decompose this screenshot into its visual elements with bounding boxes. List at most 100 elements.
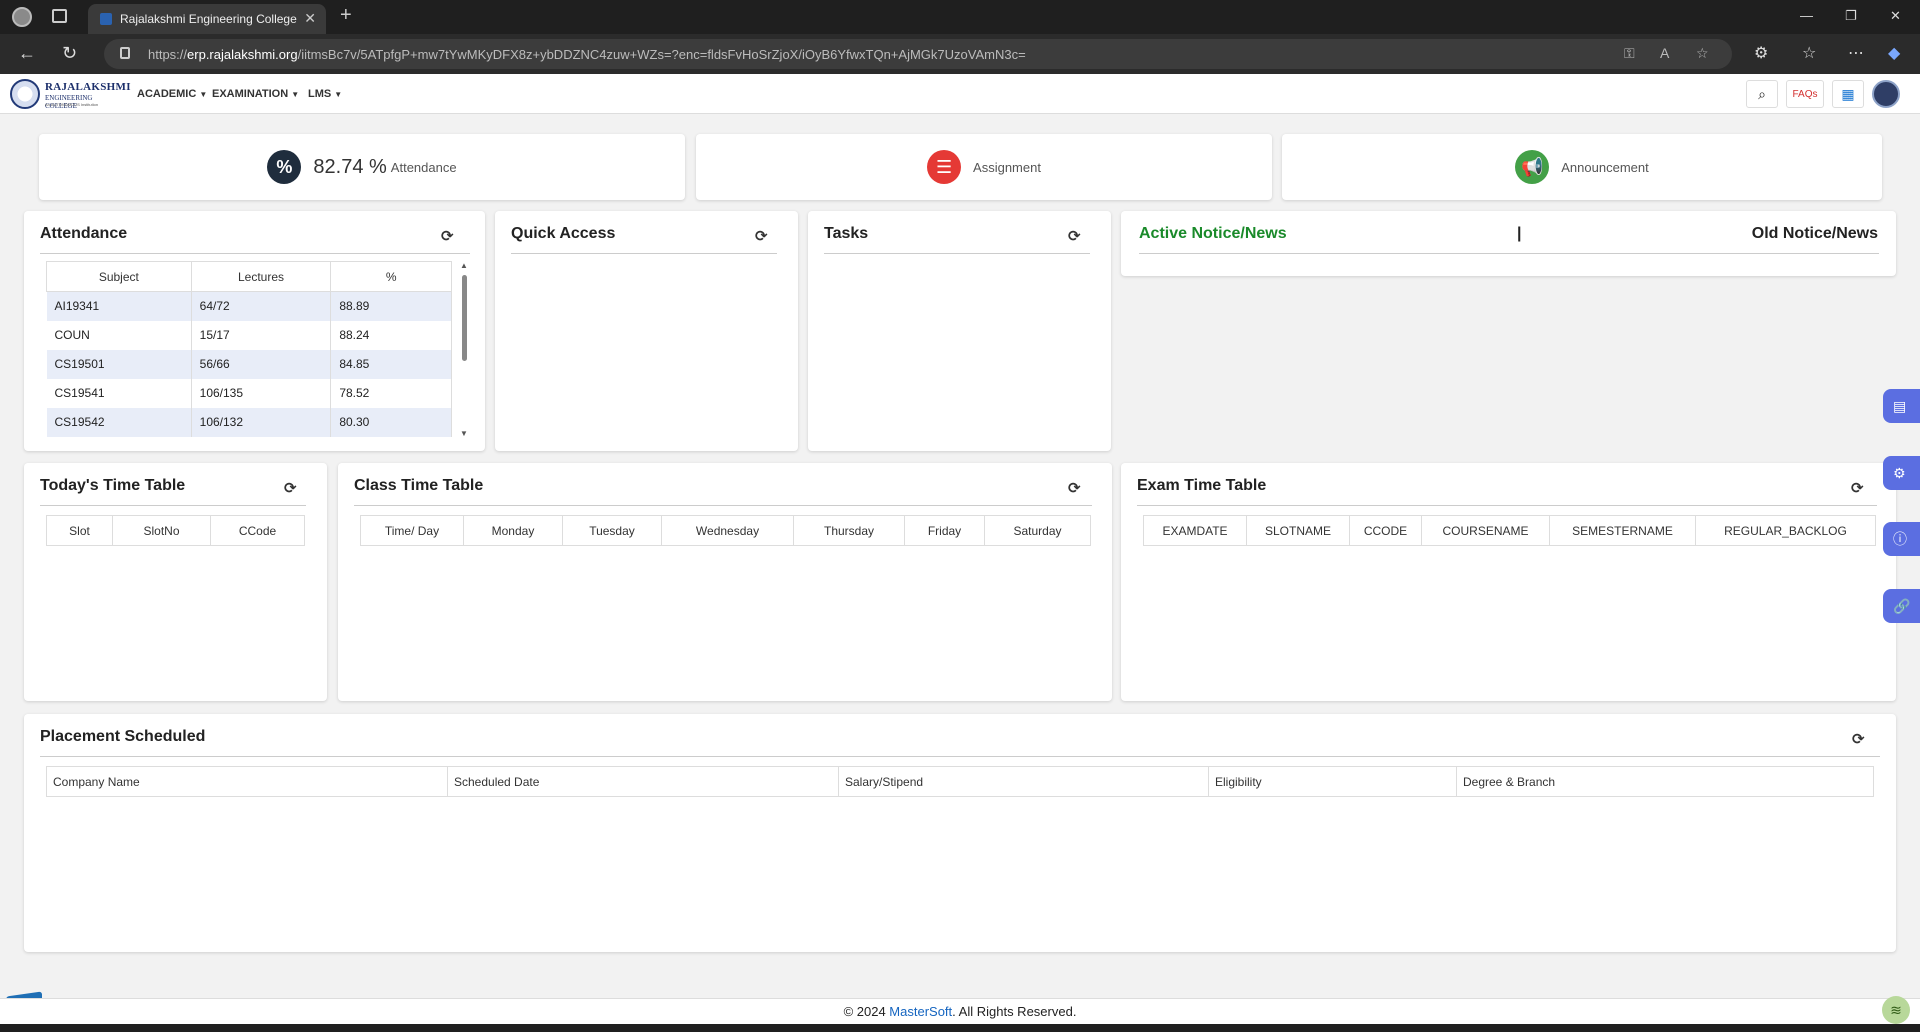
refresh-icon[interactable]: ⟳	[1851, 479, 1864, 497]
column-header[interactable]: Saturday	[984, 515, 1091, 546]
reload-icon[interactable]: ↻	[62, 43, 77, 64]
refresh-icon[interactable]: ⟳	[441, 227, 454, 245]
column-header[interactable]: SLOTNAME	[1246, 515, 1350, 546]
restore-icon[interactable]: ❐	[1845, 8, 1857, 24]
minimize-icon[interactable]: —	[1800, 8, 1813, 23]
exam-timetable-card: Exam Time Table ⟳ EXAMDATE SLOTNAME CCOD…	[1121, 463, 1896, 701]
notice-news-card: Active Notice/News | Old Notice/News	[1121, 211, 1896, 276]
refresh-icon[interactable]: ⟳	[284, 479, 297, 497]
placement-card: Placement Scheduled ⟳ Company Name Sched…	[24, 714, 1896, 952]
new-tab-icon[interactable]: +	[340, 4, 352, 27]
column-header[interactable]: Tuesday	[562, 515, 662, 546]
column-header[interactable]: Subject	[46, 261, 192, 292]
class-timetable-card: Class Time Table ⟳ Time/ Day Monday Tues…	[338, 463, 1112, 701]
column-header[interactable]: SlotNo	[112, 515, 211, 546]
search-button[interactable]: ⌕	[1746, 80, 1778, 108]
tab-old-notice[interactable]: Old Notice/News	[1752, 225, 1878, 243]
column-header[interactable]: Wednesday	[661, 515, 794, 546]
column-header[interactable]: Salary/Stipend	[838, 766, 1209, 797]
attendance-stat-label: Attendance	[390, 159, 457, 175]
url-field[interactable]: https://erp.rajalakshmi.org/iitmsBc7v/5A…	[104, 39, 1732, 69]
lectures-cell: 15/17	[191, 320, 332, 350]
chevron-down-icon: ▼	[291, 90, 300, 99]
profile-icon[interactable]	[12, 7, 32, 27]
announcement-stat-label: Announcement	[1561, 159, 1649, 175]
column-header[interactable]: EXAMDATE	[1143, 515, 1247, 546]
faqs-button[interactable]: FAQs	[1786, 80, 1824, 108]
more-options-icon[interactable]: ⋯	[1848, 43, 1864, 63]
browser-tab[interactable]: Rajalakshmi Engineering College ✕	[88, 4, 326, 34]
divider	[40, 253, 470, 254]
scroll-thumb[interactable]	[462, 275, 467, 361]
percent-cell: 88.89	[330, 291, 452, 321]
chevron-down-icon: ▼	[334, 90, 343, 99]
refresh-icon[interactable]: ⟳	[755, 227, 768, 245]
window-bottom-edge	[0, 1024, 1920, 1032]
apps-grid-button[interactable]: ▦	[1832, 80, 1864, 108]
browser-tab-strip: Rajalakshmi Engineering College ✕ + — ❐ …	[0, 0, 1920, 34]
info-button[interactable]: ⓘ	[1883, 522, 1920, 556]
attendance-stat-card[interactable]: % 82.74 % Attendance	[39, 134, 685, 200]
chevron-down-icon: ▼	[199, 90, 208, 99]
assignment-stat-card[interactable]: ☰ Assignment	[696, 134, 1272, 200]
copilot-icon[interactable]: ◆	[1888, 43, 1900, 63]
class-timetable-title: Class Time Table	[354, 477, 484, 494]
settings-button[interactable]: ⚙	[1883, 456, 1920, 490]
subject-cell: CS19541	[46, 378, 192, 408]
scroll-down-icon[interactable]: ▼	[460, 429, 468, 438]
favorites-icon[interactable]: ☆	[1802, 43, 1816, 63]
column-header[interactable]: Slot	[46, 515, 113, 546]
favorite-star-icon[interactable]: ☆	[1696, 45, 1709, 62]
column-header[interactable]: Company Name	[46, 766, 448, 797]
footer-brand-link[interactable]: MasterSoft	[889, 1004, 952, 1019]
column-header[interactable]: Degree & Branch	[1456, 766, 1874, 797]
scroll-up-icon[interactable]: ▲	[460, 261, 468, 270]
subject-cell: CS19501	[46, 349, 192, 379]
wifi-icon[interactable]: ≋	[1882, 996, 1910, 1024]
column-header[interactable]: Time/ Day	[360, 515, 464, 546]
menu-academic[interactable]: ACADEMIC ▼	[137, 88, 207, 100]
announcement-stat-card[interactable]: 📢 Announcement	[1282, 134, 1882, 200]
column-header[interactable]: Friday	[904, 515, 985, 546]
column-header[interactable]: Lectures	[190, 261, 332, 292]
column-header[interactable]: CCODE	[1349, 515, 1422, 546]
read-aloud-icon[interactable]: A	[1660, 45, 1669, 61]
calendar-button[interactable]: ▤	[1883, 389, 1920, 423]
refresh-icon[interactable]: ⟳	[1068, 479, 1081, 497]
subject-cell: CS19542	[46, 407, 192, 437]
link-button[interactable]: 🔗	[1883, 589, 1920, 623]
notice-separator: |	[1517, 225, 1522, 242]
column-header[interactable]: COURSENAME	[1421, 515, 1550, 546]
column-header[interactable]: REGULAR_BACKLOG	[1695, 515, 1876, 546]
table-scrollbar[interactable]: ▲ ▼	[460, 261, 470, 439]
back-icon[interactable]: ←	[18, 43, 36, 64]
column-header[interactable]: Eligibility	[1208, 766, 1457, 797]
column-header[interactable]: Scheduled Date	[447, 766, 839, 797]
column-header[interactable]: %	[330, 261, 452, 292]
extensions-icon[interactable]: ⚙	[1754, 43, 1768, 63]
menu-lms[interactable]: LMS ▼	[308, 88, 342, 100]
exam-timetable-table: EXAMDATE SLOTNAME CCODE COURSENAME SEMES…	[1143, 515, 1876, 546]
refresh-icon[interactable]: ⟳	[1852, 730, 1865, 748]
refresh-icon[interactable]: ⟳	[1068, 227, 1081, 245]
close-tab-icon[interactable]: ✕	[304, 10, 316, 27]
divider	[354, 505, 1092, 506]
menu-examination[interactable]: EXAMINATION ▼	[212, 88, 299, 100]
column-header[interactable]: CCode	[210, 515, 305, 546]
column-header[interactable]: Thursday	[793, 515, 905, 546]
tab-actions-icon[interactable]	[52, 9, 67, 23]
column-header[interactable]: SEMESTERNAME	[1549, 515, 1696, 546]
quick-access-card: Quick Access ⟳	[495, 211, 798, 451]
footer: © 2024 MasterSoft. All Rights Reserved.	[0, 998, 1920, 1024]
password-key-icon[interactable]: ⚿	[1624, 45, 1635, 62]
column-header[interactable]: Monday	[463, 515, 563, 546]
close-window-icon[interactable]: ✕	[1890, 8, 1901, 24]
college-logo[interactable]: RAJALAKSHMI ENGINEERING COLLEGE An AUTON…	[8, 77, 131, 111]
subject-cell: AI19341	[46, 291, 192, 321]
avatar[interactable]	[1872, 80, 1900, 108]
lectures-cell: 64/72	[191, 291, 332, 321]
divider	[1137, 505, 1877, 506]
logo-tagline: An AUTONOMOUS Institution	[45, 102, 99, 107]
lock-icon	[120, 47, 130, 59]
tab-active-notice[interactable]: Active Notice/News	[1139, 225, 1287, 243]
